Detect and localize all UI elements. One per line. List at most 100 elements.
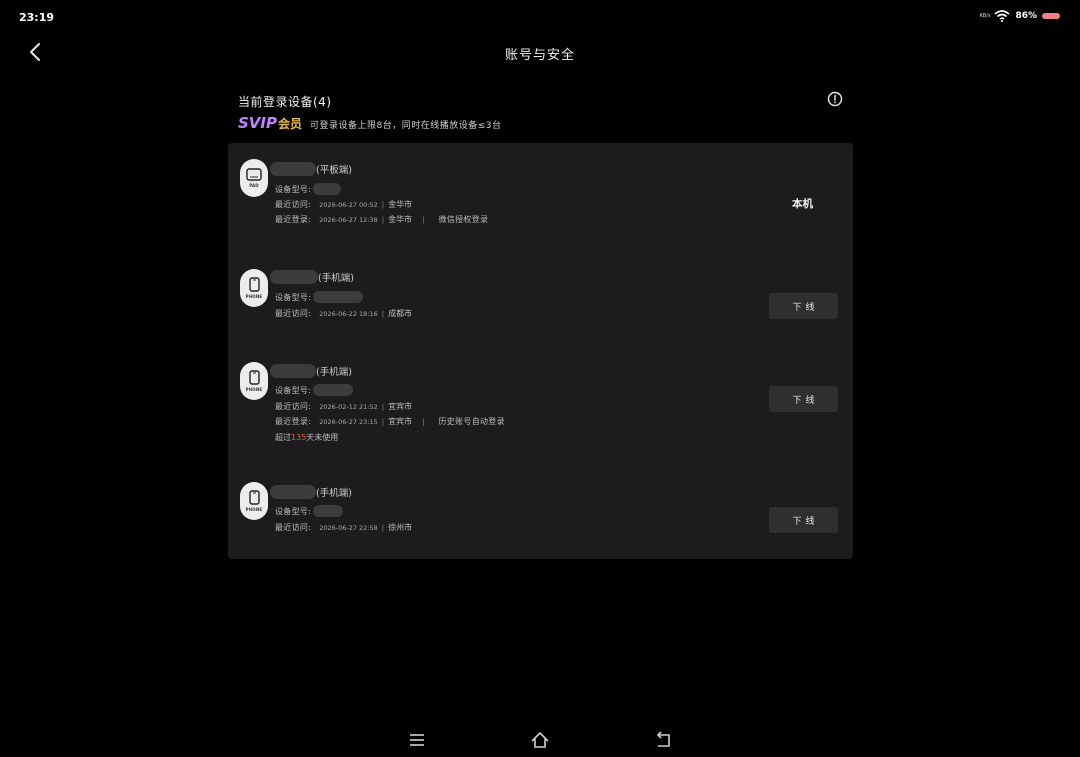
pad-device-icon: PAD: [240, 159, 268, 197]
device-name-redacted: [270, 364, 316, 378]
last-visit-line: 最近访问: 2026-06-22 18:16 | 成都市: [275, 308, 412, 319]
visit-time: 2026-02-12 21:52: [319, 402, 378, 411]
phone-icon: [248, 277, 260, 292]
phone-device-icon: PHONE: [240, 482, 268, 520]
unused-days-count: 135: [291, 433, 307, 442]
menu-icon: [410, 734, 424, 746]
model-label: 设备型号:: [275, 292, 312, 302]
model-label: 设备型号:: [275, 184, 312, 194]
device-model-line: 设备型号:: [275, 291, 364, 303]
home-icon: [531, 732, 549, 748]
this-device-label: 本机: [792, 198, 813, 210]
device-name-suffix: (平板端): [316, 165, 352, 176]
login-method: 微信授权登录: [438, 215, 489, 224]
visit-label: 最近访问:: [275, 200, 312, 209]
svip-label: SVIP: [238, 114, 277, 132]
offline-button[interactable]: 下线: [769, 507, 838, 533]
last-login-line: 最近登录: 2026-06-27 23:15 | 宜宾市 | 历史账号自动登录: [275, 416, 505, 427]
phone-device-icon: PHONE: [240, 269, 268, 307]
device-name-suffix: (手机端): [316, 488, 352, 499]
visit-city: 徐州市: [388, 523, 413, 532]
last-visit-line: 最近访问: 2026-02-12 21:52 | 宜宾市: [275, 401, 412, 412]
login-city: 宜宾市: [388, 417, 413, 426]
unused-suffix: 天未使用: [306, 433, 339, 442]
separator: |: [381, 309, 385, 318]
vip-info-row: SVIP会员 可登录设备上限8台，同时在线播放设备≤3台: [238, 114, 502, 132]
device-name-redacted: [270, 485, 316, 499]
device-name: (手机端): [270, 485, 352, 499]
separator: |: [381, 417, 385, 426]
device-type-label: PAD: [249, 183, 259, 188]
separator: |: [381, 402, 385, 411]
device-name-redacted: [270, 270, 318, 284]
status-time: 23:19: [19, 11, 55, 24]
last-login-line: 最近登录: 2026-06-27 12:38 | 金华市 | 微信授权登录: [275, 214, 488, 225]
model-redacted: [313, 384, 354, 396]
model-redacted: [313, 183, 342, 195]
network-speed-label: KB/s: [979, 12, 991, 19]
unused-days-line: 超过 135 天未使用: [275, 432, 338, 443]
offline-button[interactable]: 下线: [769, 293, 838, 319]
separator: |: [422, 417, 425, 426]
status-bar: 23:19 KB/s 86%: [0, 0, 1080, 36]
separator: |: [381, 523, 385, 532]
device-name-redacted: [270, 162, 316, 176]
visit-city: 成都市: [388, 309, 413, 318]
vip-description: 可登录设备上限8台，同时在线播放设备≤3台: [310, 121, 502, 131]
device-name-suffix: (手机端): [318, 273, 354, 284]
visit-city: 金华市: [388, 200, 413, 209]
home-button[interactable]: [530, 730, 550, 750]
back-arrow-icon: [656, 731, 670, 747]
login-label: 最近登录:: [275, 215, 312, 224]
model-label: 设备型号:: [275, 506, 312, 516]
device-type-label: PHONE: [245, 294, 263, 299]
device-model-line: 设备型号:: [275, 384, 354, 396]
phone-icon: [248, 490, 260, 505]
model-redacted: [313, 505, 344, 517]
unused-prefix: 超过: [275, 433, 291, 442]
visit-city: 宜宾市: [388, 402, 413, 411]
login-time: 2026-06-27 12:38: [319, 215, 378, 224]
login-time: 2026-06-27 23:15: [319, 417, 378, 426]
separator: |: [422, 215, 425, 224]
wifi-icon: [994, 10, 1010, 22]
separator: |: [381, 215, 385, 224]
device-type-label: PHONE: [245, 387, 263, 392]
login-city: 金华市: [388, 215, 413, 224]
offline-button[interactable]: 下线: [769, 386, 838, 412]
separator: |: [381, 200, 385, 209]
visit-time: 2026-06-27 00:52: [319, 200, 378, 209]
device-model-line: 设备型号:: [275, 183, 342, 195]
phone-icon: [248, 370, 260, 385]
system-nav-bar: [0, 726, 1080, 754]
section-title: 当前登录设备(4): [238, 95, 332, 109]
last-visit-line: 最近访问: 2026-06-27 00:52 | 金华市: [275, 199, 412, 210]
model-label: 设备型号:: [275, 385, 312, 395]
device-list-card: PAD (平板端) 设备型号: 最近访问: 2026-06-27 00:52 |…: [228, 143, 853, 559]
last-visit-line: 最近访问: 2026-06-27 22:58 | 徐州市: [275, 522, 412, 533]
device-type-label: PHONE: [245, 507, 263, 512]
page-title: 账号与安全: [504, 48, 575, 63]
login-label: 最近登录:: [275, 417, 312, 426]
visit-label: 最近访问:: [275, 402, 312, 411]
status-indicators: KB/s 86%: [979, 10, 1060, 22]
visit-label: 最近访问:: [275, 309, 312, 318]
menu-button[interactable]: [407, 730, 427, 750]
battery-icon: [1042, 13, 1060, 19]
visit-label: 最近访问:: [275, 523, 312, 532]
tablet-icon: [246, 168, 262, 181]
phone-device-icon: PHONE: [240, 362, 268, 400]
member-label: 会员: [278, 117, 303, 131]
login-method: 历史账号自动登录: [438, 417, 505, 426]
svip-badge: SVIP会员: [238, 114, 302, 132]
device-name-suffix: (手机端): [316, 367, 352, 378]
visit-time: 2026-06-22 18:16: [319, 309, 378, 318]
battery-percent: 86%: [1015, 11, 1037, 21]
info-circle-icon: [827, 91, 843, 107]
info-button[interactable]: [827, 91, 843, 107]
device-name: (平板端): [270, 162, 352, 176]
device-name: (手机端): [270, 270, 354, 284]
device-name: (手机端): [270, 364, 352, 378]
nav-back-button[interactable]: [654, 730, 674, 750]
device-model-line: 设备型号:: [275, 505, 344, 517]
